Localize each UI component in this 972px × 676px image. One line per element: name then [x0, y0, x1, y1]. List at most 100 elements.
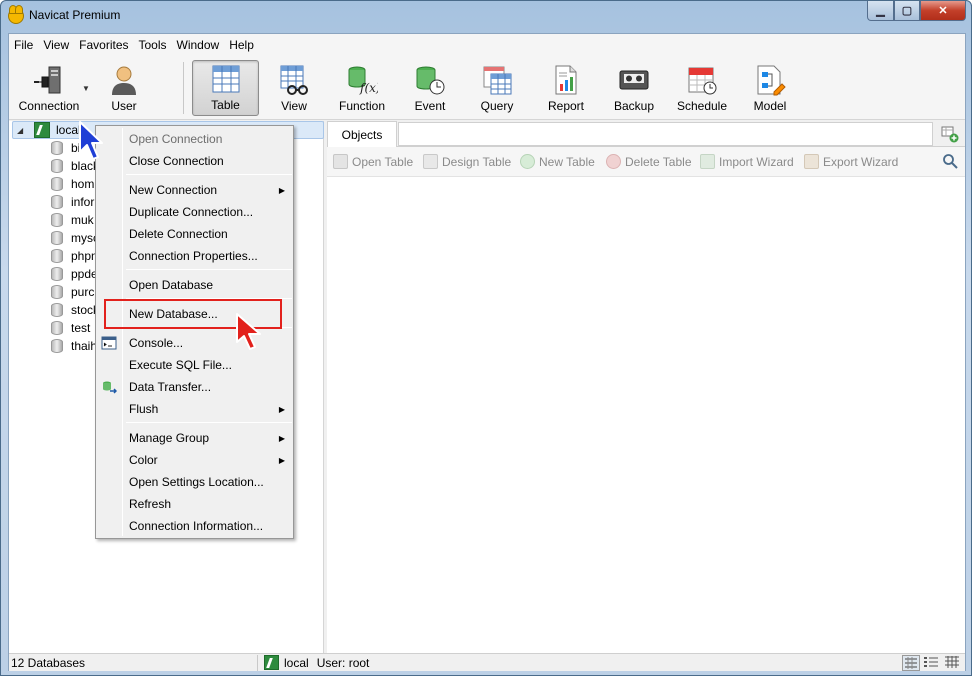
- menu-item-label: Close Connection: [129, 154, 224, 168]
- menu-item-flush[interactable]: Flush ▶: [96, 398, 293, 420]
- blue-pointer-cursor-icon: [79, 121, 103, 160]
- menu-item-label: Manage Group: [129, 431, 210, 445]
- menu-item-data-transfer[interactable]: Data Transfer...: [96, 376, 293, 398]
- tree-database-item[interactable]: mysc: [51, 229, 99, 247]
- close-button[interactable]: ✕: [920, 1, 966, 21]
- database-label: hom: [71, 177, 95, 191]
- user-icon: [107, 63, 141, 97]
- data-transfer-icon: [101, 379, 118, 395]
- status-divider: [257, 655, 258, 671]
- database-icon: [51, 321, 63, 335]
- window-title: Navicat Premium: [29, 8, 121, 22]
- database-icon: [51, 177, 63, 191]
- menu-item-close-connection[interactable]: Close Connection: [96, 150, 293, 172]
- database-icon: [51, 231, 63, 245]
- tree-database-item[interactable]: thaih: [51, 337, 97, 355]
- objects-action-bar: Open Table Design Table New Table Delete…: [327, 147, 965, 177]
- table-button[interactable]: Table: [192, 60, 259, 116]
- title-bar[interactable]: Navicat Premium ▁ ▢ ✕: [1, 1, 971, 31]
- toolbar-separator: [183, 62, 184, 114]
- database-icon: [51, 141, 63, 155]
- menu-item-duplicate-connection[interactable]: Duplicate Connection...: [96, 201, 293, 223]
- tree-database-item[interactable]: test: [51, 319, 90, 337]
- import-wizard-button[interactable]: Import Wizard: [700, 154, 794, 169]
- status-connection-name: local: [284, 655, 309, 670]
- menu-item-open-connection[interactable]: Open Connection: [96, 128, 293, 150]
- menu-item-label: Connection Information...: [129, 519, 264, 533]
- view-button[interactable]: View: [267, 60, 321, 116]
- model-label: Model: [753, 99, 787, 113]
- user-button[interactable]: User: [99, 60, 149, 116]
- menu-separator: [126, 269, 292, 270]
- event-icon: [413, 63, 447, 97]
- tree-database-item[interactable]: phpn: [51, 247, 98, 265]
- menu-item-label: Data Transfer...: [129, 380, 212, 394]
- connection-dropdown-icon[interactable]: ▼: [82, 84, 90, 93]
- menu-window[interactable]: Window: [172, 34, 225, 56]
- tree-database-item[interactable]: stock: [51, 301, 99, 319]
- database-label: thaih: [71, 339, 98, 353]
- menu-favorites[interactable]: Favorites: [74, 34, 133, 56]
- menu-item-execute-sql-file[interactable]: Execute SQL File...: [96, 354, 293, 376]
- menu-item-open-settings-location[interactable]: Open Settings Location...: [96, 471, 293, 493]
- report-button[interactable]: Report: [541, 60, 591, 116]
- menu-item-manage-group[interactable]: Manage Group ▶: [96, 427, 293, 449]
- maximize-button[interactable]: ▢: [894, 1, 920, 21]
- database-icon: [51, 195, 63, 209]
- objects-panel: Objects Open Table Design Table New Tabl…: [327, 121, 965, 653]
- event-button[interactable]: Event: [405, 60, 455, 116]
- connection-label: local: [56, 123, 81, 137]
- report-icon: [549, 63, 583, 97]
- menu-item-connection-information[interactable]: Connection Information...: [96, 515, 293, 537]
- menu-item-connection-properties[interactable]: Connection Properties...: [96, 245, 293, 267]
- database-icon: [51, 285, 63, 299]
- tree-database-item[interactable]: hom: [51, 175, 94, 193]
- open-table-button[interactable]: Open Table: [333, 154, 413, 169]
- menu-item-label: Execute SQL File...: [129, 358, 232, 372]
- tab-objects[interactable]: Objects: [327, 121, 397, 147]
- menu-item-color[interactable]: Color ▶: [96, 449, 293, 471]
- schedule-icon: [685, 63, 719, 97]
- list-view-icon[interactable]: [902, 655, 920, 671]
- export-wizard-button[interactable]: Export Wizard: [804, 154, 898, 169]
- new-table-button[interactable]: New Table: [520, 154, 595, 169]
- tree-database-item[interactable]: purch: [51, 283, 101, 301]
- delete-table-button[interactable]: Delete Table: [606, 154, 692, 169]
- menu-item-label: Open Database: [129, 278, 214, 292]
- menu-item-new-connection[interactable]: New Connection ▶: [96, 179, 293, 201]
- schedule-label: Schedule: [676, 99, 728, 113]
- function-button[interactable]: f(x) Function: [331, 60, 393, 116]
- grid-view-icon[interactable]: [944, 655, 962, 671]
- menu-item-refresh[interactable]: Refresh: [96, 493, 293, 515]
- menu-item-open-database[interactable]: Open Database: [96, 274, 293, 296]
- search-icon[interactable]: [942, 153, 958, 169]
- tree-database-item[interactable]: ppde: [51, 265, 98, 283]
- menu-item-delete-connection[interactable]: Delete Connection: [96, 223, 293, 245]
- menu-view[interactable]: View: [38, 34, 74, 56]
- menu-help[interactable]: Help: [224, 34, 259, 56]
- model-icon: [753, 63, 787, 97]
- tree-database-item[interactable]: bi: [51, 139, 80, 157]
- function-icon: f(x): [345, 63, 379, 97]
- query-button[interactable]: Query: [471, 60, 523, 116]
- tree-database-item[interactable]: infor: [51, 193, 94, 211]
- menu-bar: File View Favorites Tools Window Help: [9, 34, 965, 56]
- tab-strip: Objects: [327, 121, 965, 147]
- database-label: test: [71, 321, 91, 335]
- collapse-arrow-icon[interactable]: ◢: [17, 126, 29, 135]
- console-icon: [101, 335, 117, 351]
- backup-button[interactable]: Backup: [609, 60, 659, 116]
- new-tab-icon[interactable]: [941, 125, 959, 143]
- design-table-button[interactable]: Design Table: [423, 154, 511, 169]
- menu-file[interactable]: File: [9, 34, 38, 56]
- detail-view-icon[interactable]: [923, 655, 941, 671]
- database-icon: [51, 339, 63, 353]
- database-icon: [51, 303, 63, 317]
- connection-icon: [32, 63, 66, 97]
- tree-database-item[interactable]: muk: [51, 211, 94, 229]
- minimize-button[interactable]: ▁: [867, 1, 894, 21]
- model-button[interactable]: Model: [745, 60, 795, 116]
- connection-button[interactable]: Connection: [15, 60, 83, 116]
- menu-tools[interactable]: Tools: [134, 34, 172, 56]
- schedule-button[interactable]: Schedule: [673, 60, 731, 116]
